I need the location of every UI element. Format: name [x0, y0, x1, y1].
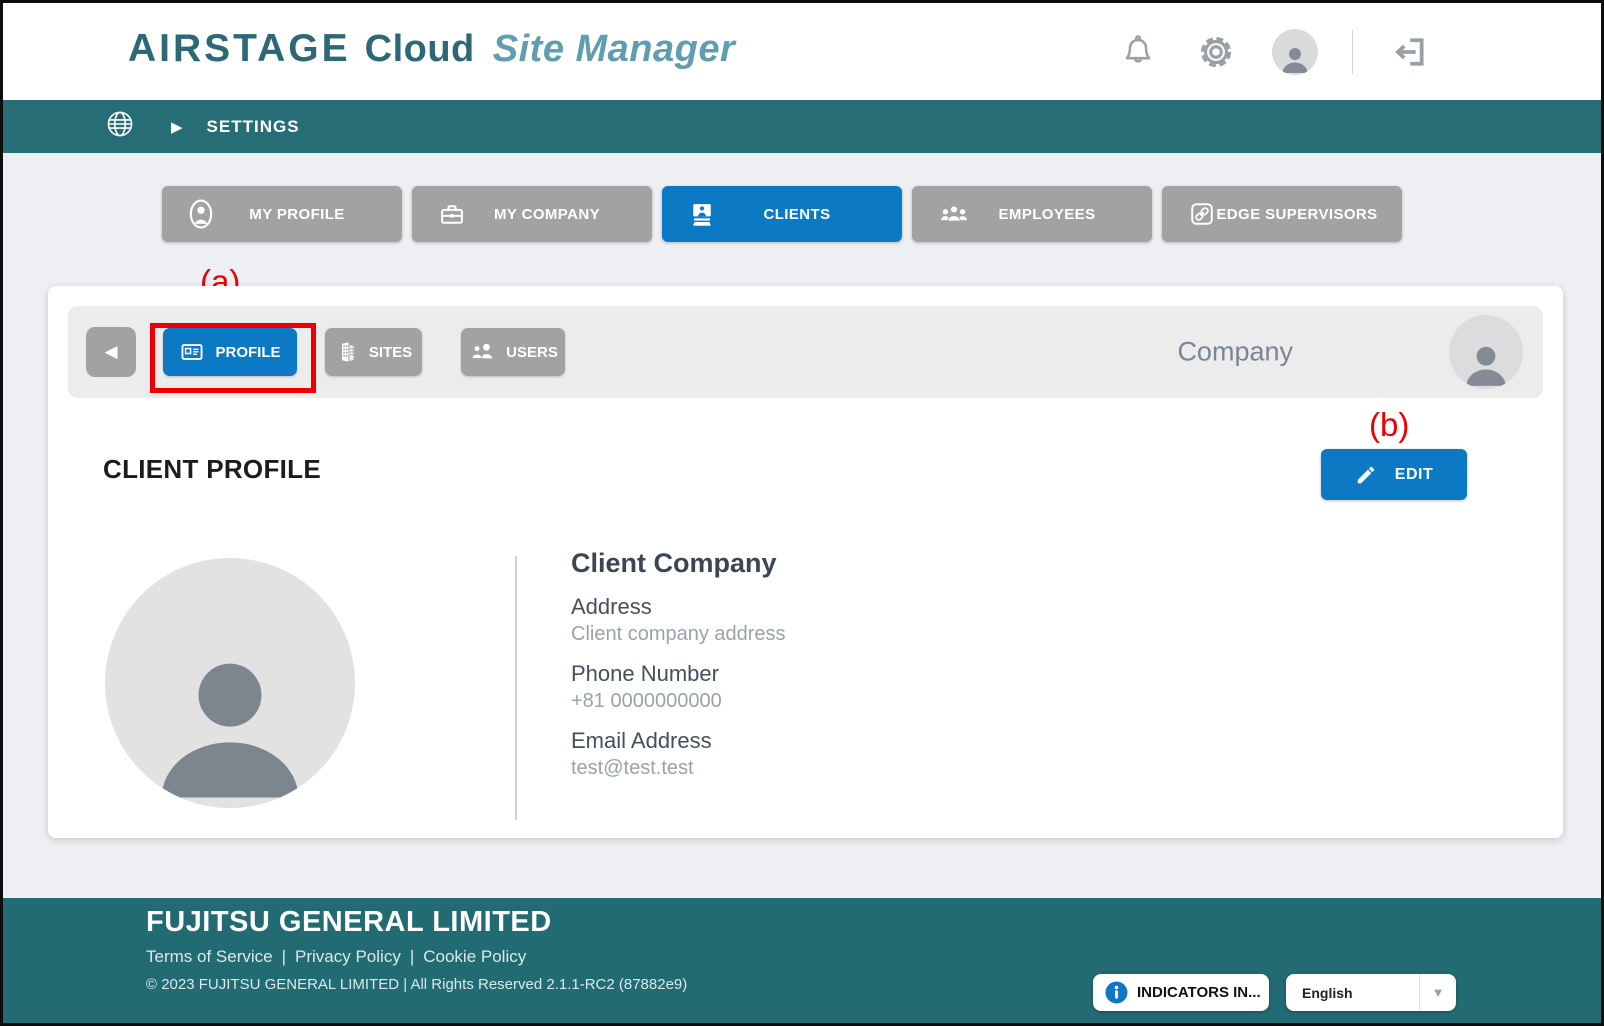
breadcrumb-arrow-icon: ▶ [171, 118, 183, 136]
users-icon [468, 340, 496, 364]
annotation-b: (b) [1369, 406, 1409, 444]
email-label: Email Address [571, 728, 1191, 754]
link-icon [1188, 200, 1216, 228]
breadcrumb-bar: ▶ SETTINGS [3, 100, 1601, 153]
globe-icon[interactable] [105, 109, 135, 144]
logo-product: Cloud [365, 28, 475, 71]
subtab-profile[interactable]: PROFILE [163, 328, 297, 376]
cookie-policy-link[interactable]: Cookie Policy [423, 947, 526, 967]
building-icon [335, 340, 359, 364]
logout-icon[interactable] [1387, 30, 1431, 74]
terms-of-service-link[interactable]: Terms of Service [146, 947, 273, 967]
breadcrumb: SETTINGS [207, 117, 300, 137]
email-value: test@test.test [571, 757, 1191, 780]
client-card: ◀ PROFILE [48, 286, 1563, 838]
indicators-button[interactable]: INDICATORS IN... [1093, 974, 1269, 1011]
copyright-text: © 2023 FUJITSU GENERAL LIMITED | All Rig… [146, 976, 687, 993]
tab-label: MY PROFILE [219, 206, 344, 223]
phone-value: +81 0000000000 [571, 690, 1191, 713]
tab-employees[interactable]: EMPLOYEES [912, 186, 1152, 242]
chevron-down-icon: ▼ [1420, 985, 1456, 1000]
privacy-policy-link[interactable]: Privacy Policy [295, 947, 401, 967]
subtab-sites[interactable]: SITES [325, 328, 422, 376]
client-badge-icon [688, 200, 716, 228]
back-button[interactable]: ◀ [86, 327, 136, 377]
logo-brand: AIRSTAGE [128, 27, 351, 71]
language-selected-value: English [1286, 985, 1419, 1001]
page-title: CLIENT PROFILE [103, 454, 321, 485]
tab-clients[interactable]: CLIENTS [662, 186, 902, 242]
language-dropdown[interactable]: English ▼ [1286, 974, 1456, 1011]
company-name-label: Company [1177, 337, 1293, 368]
profile-card-icon [179, 339, 205, 365]
subtab-label: USERS [506, 344, 558, 361]
client-details: Client Company Address Client company ad… [571, 548, 1191, 780]
footer: FUJITSU GENERAL LIMITED Terms of Service… [3, 898, 1601, 1023]
people-group-icon [938, 202, 970, 226]
company-avatar[interactable] [1449, 315, 1523, 389]
gear-icon[interactable] [1194, 30, 1238, 74]
header-divider [1352, 30, 1353, 74]
back-arrow-icon: ◀ [104, 342, 117, 362]
edit-button-label: EDIT [1395, 466, 1433, 484]
address-value: Client company address [571, 623, 1191, 646]
subtab-label: PROFILE [215, 344, 280, 361]
person-oval-icon [188, 199, 214, 229]
app-logo: AIRSTAGE Cloud Site Manager [128, 27, 735, 71]
tab-my-profile[interactable]: MY PROFILE [162, 186, 402, 242]
indicators-button-label: INDICATORS IN... [1137, 984, 1261, 1001]
briefcase-icon [438, 200, 466, 228]
top-header: AIRSTAGE Cloud Site Manager [3, 3, 1601, 100]
phone-label: Phone Number [571, 661, 1191, 687]
client-avatar [105, 558, 355, 808]
tab-label: CLIENTS [734, 206, 831, 223]
tab-edge-supervisors[interactable]: EDGE SUPERVISORS [1162, 186, 1402, 242]
footer-links: Terms of Service | Privacy Policy | Cook… [146, 947, 526, 967]
logo-suite: Site Manager [493, 28, 736, 71]
subtab-label: SITES [369, 344, 412, 361]
bell-icon[interactable] [1116, 30, 1160, 74]
header-icons [1116, 3, 1431, 100]
link-separator: | [282, 947, 286, 967]
address-label: Address [571, 594, 1191, 620]
client-toolbar: ◀ PROFILE [68, 306, 1543, 398]
client-company-name: Client Company [571, 548, 1191, 579]
footer-company-name: FUJITSU GENERAL LIMITED [146, 906, 552, 939]
tab-label: MY COMPANY [464, 206, 600, 223]
vertical-divider [515, 556, 517, 820]
account-avatar-icon[interactable] [1272, 29, 1318, 75]
tab-my-company[interactable]: MY COMPANY [412, 186, 652, 242]
page: AIRSTAGE Cloud Site Manager [0, 0, 1604, 1026]
subtab-users[interactable]: USERS [461, 328, 565, 376]
main-tabs: MY PROFILE MY COMPANY [162, 186, 1402, 242]
info-icon [1105, 981, 1128, 1004]
link-separator: | [410, 947, 414, 967]
pencil-icon [1355, 464, 1377, 486]
edit-button[interactable]: EDIT [1321, 449, 1467, 500]
tab-label: EMPLOYEES [969, 206, 1096, 223]
